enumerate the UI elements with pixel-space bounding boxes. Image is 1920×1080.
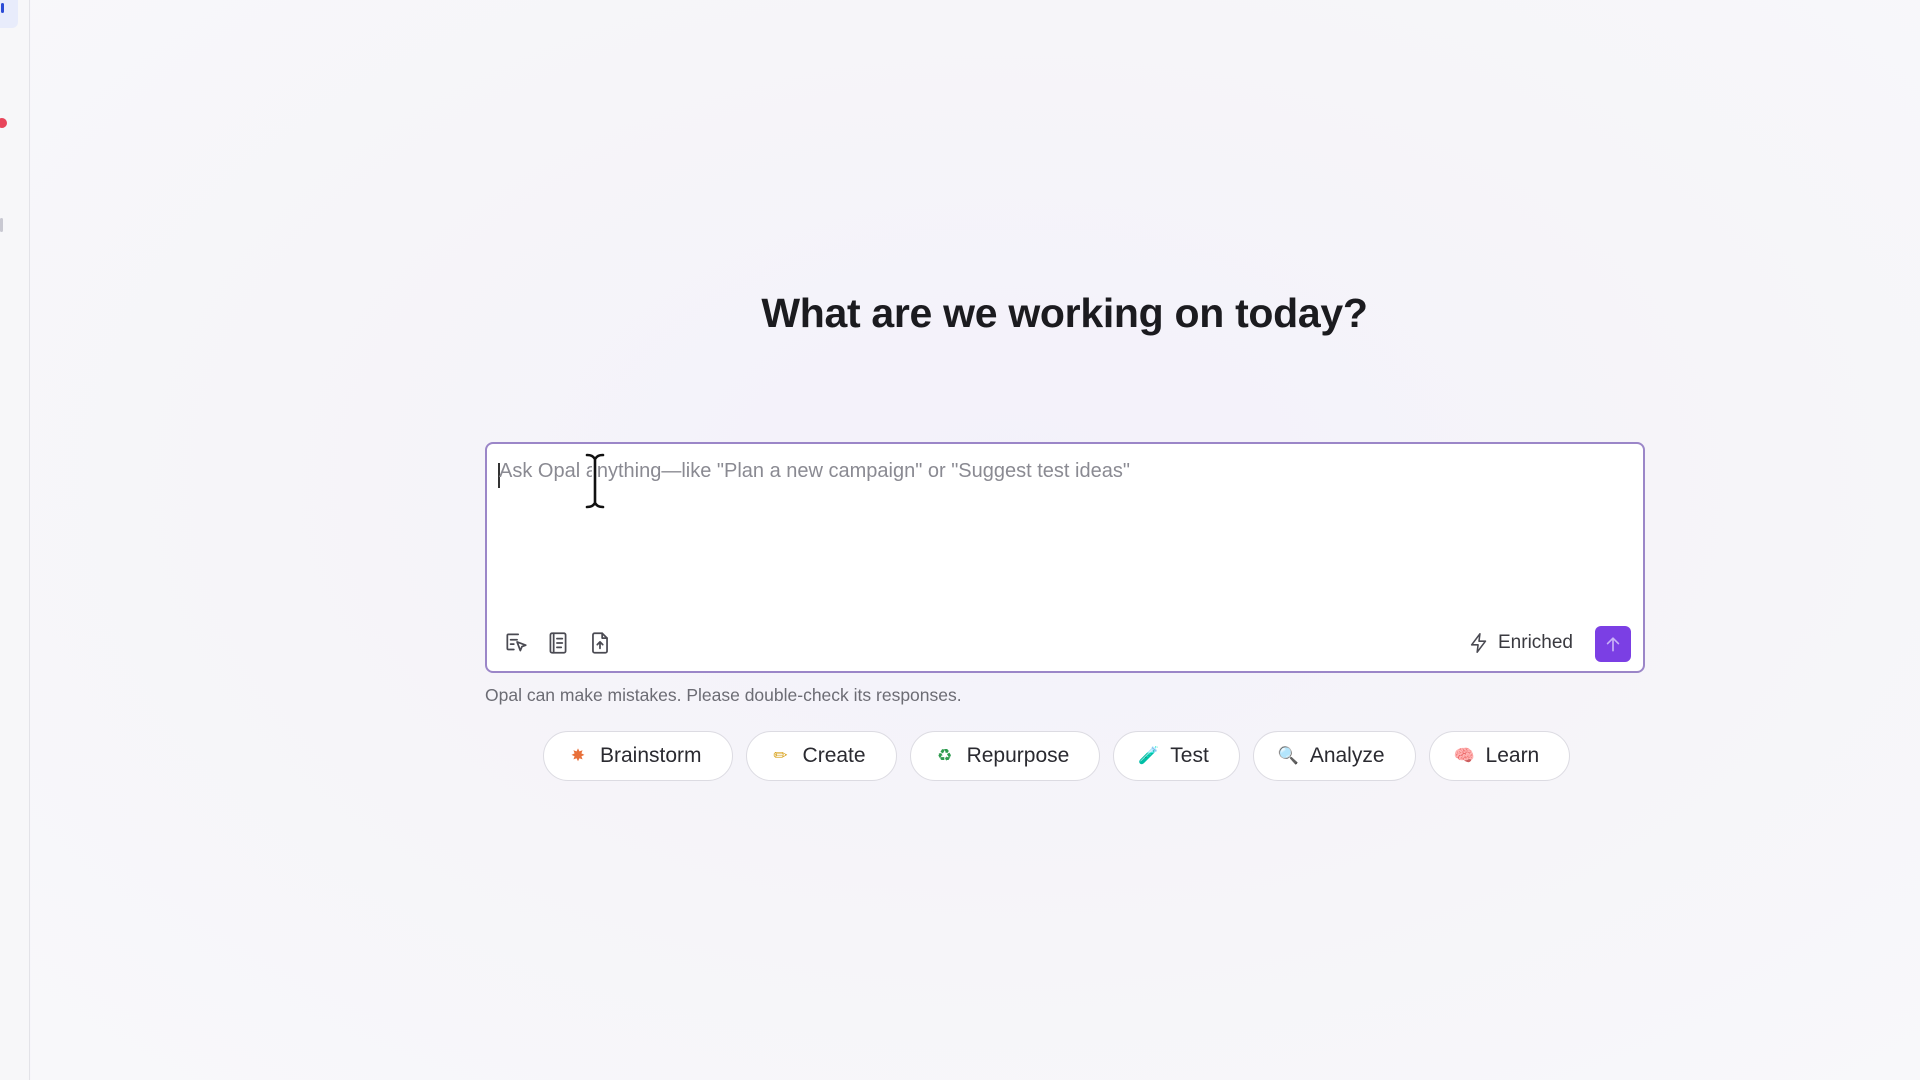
chip-analyze[interactable]: 🔍 Analyze <box>1252 731 1416 781</box>
chip-label: Repurpose <box>966 744 1070 767</box>
chip-label: Brainstorm <box>600 744 702 767</box>
chip-test[interactable]: 🧪 Test <box>1113 731 1240 781</box>
chip-repurpose[interactable]: ♻ Repurpose <box>909 731 1101 781</box>
left-sidebar <box>0 0 30 1080</box>
notification-dot <box>0 118 7 128</box>
main-content: What are we working on today? Ask Opal a… <box>31 0 1920 1080</box>
pencil-icon: ✏ <box>773 746 788 765</box>
chip-create[interactable]: ✏ Create <box>745 731 897 781</box>
page-title: What are we working on today? <box>761 290 1368 336</box>
sidebar-item-marker[interactable] <box>0 218 3 232</box>
prompt-input[interactable] <box>499 460 1619 600</box>
suggestion-chips: ✸ Brainstorm ✏ Create ♻ Repurpose 🧪 Test… <box>543 731 1571 781</box>
chip-brainstorm[interactable]: ✸ Brainstorm <box>543 731 733 781</box>
upload-file-button[interactable] <box>585 628 615 658</box>
chip-learn[interactable]: 🧠 Learn <box>1428 731 1571 781</box>
notebook-icon <box>549 632 567 654</box>
magnifier-icon: 🔍 <box>1277 746 1299 765</box>
notebook-button[interactable] <box>543 628 573 658</box>
enriched-toggle[interactable]: Enriched <box>1468 628 1573 658</box>
select-element-button[interactable] <box>501 628 531 658</box>
enriched-label: Enriched <box>1498 632 1573 653</box>
sparkle-icon: ✸ <box>570 746 586 765</box>
lightning-icon <box>1470 633 1487 653</box>
test-tube-icon: 🧪 <box>1138 746 1160 765</box>
active-indicator <box>1 3 4 13</box>
arrow-up-icon <box>1606 637 1620 652</box>
brain-icon: 🧠 <box>1453 746 1475 765</box>
chip-label: Test <box>1170 744 1209 767</box>
recycle-icon: ♻ <box>936 746 953 765</box>
chip-label: Analyze <box>1309 744 1385 767</box>
send-button[interactable] <box>1595 626 1631 662</box>
prompt-composer: Enriched <box>485 442 1645 673</box>
select-element-icon <box>506 633 527 652</box>
chip-label: Learn <box>1485 744 1540 767</box>
upload-file-icon <box>592 632 608 654</box>
disclaimer-text: Opal can make mistakes. Please double-ch… <box>485 685 962 705</box>
chip-label: Create <box>802 744 866 767</box>
sidebar-active-item[interactable] <box>0 0 18 28</box>
